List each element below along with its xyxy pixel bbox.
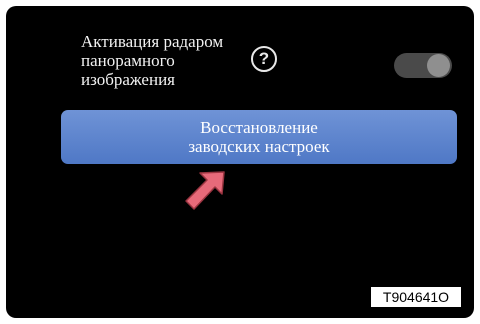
car-display-screen: Активация радаром панорамного изображени… xyxy=(6,6,474,318)
reset-button-line-2: заводских настроек xyxy=(188,137,330,156)
question-circle-icon[interactable]: ? xyxy=(251,46,277,72)
figure-code-label: T904641O xyxy=(370,286,462,308)
label-line-3: изображения xyxy=(81,70,175,89)
pointer-arrow-icon xyxy=(185,171,225,210)
reset-button-line-1: Восстановление xyxy=(200,118,318,137)
label-line-1: Активация радаром xyxy=(81,32,224,51)
toggle-knob xyxy=(427,54,450,77)
label-line-2: панорамного xyxy=(81,51,175,70)
factory-reset-button[interactable]: Восстановление заводских настроек xyxy=(61,110,457,164)
panorama-radar-toggle[interactable] xyxy=(394,53,452,78)
panorama-radar-setting-label: Активация радаром панорамного изображени… xyxy=(81,32,261,89)
